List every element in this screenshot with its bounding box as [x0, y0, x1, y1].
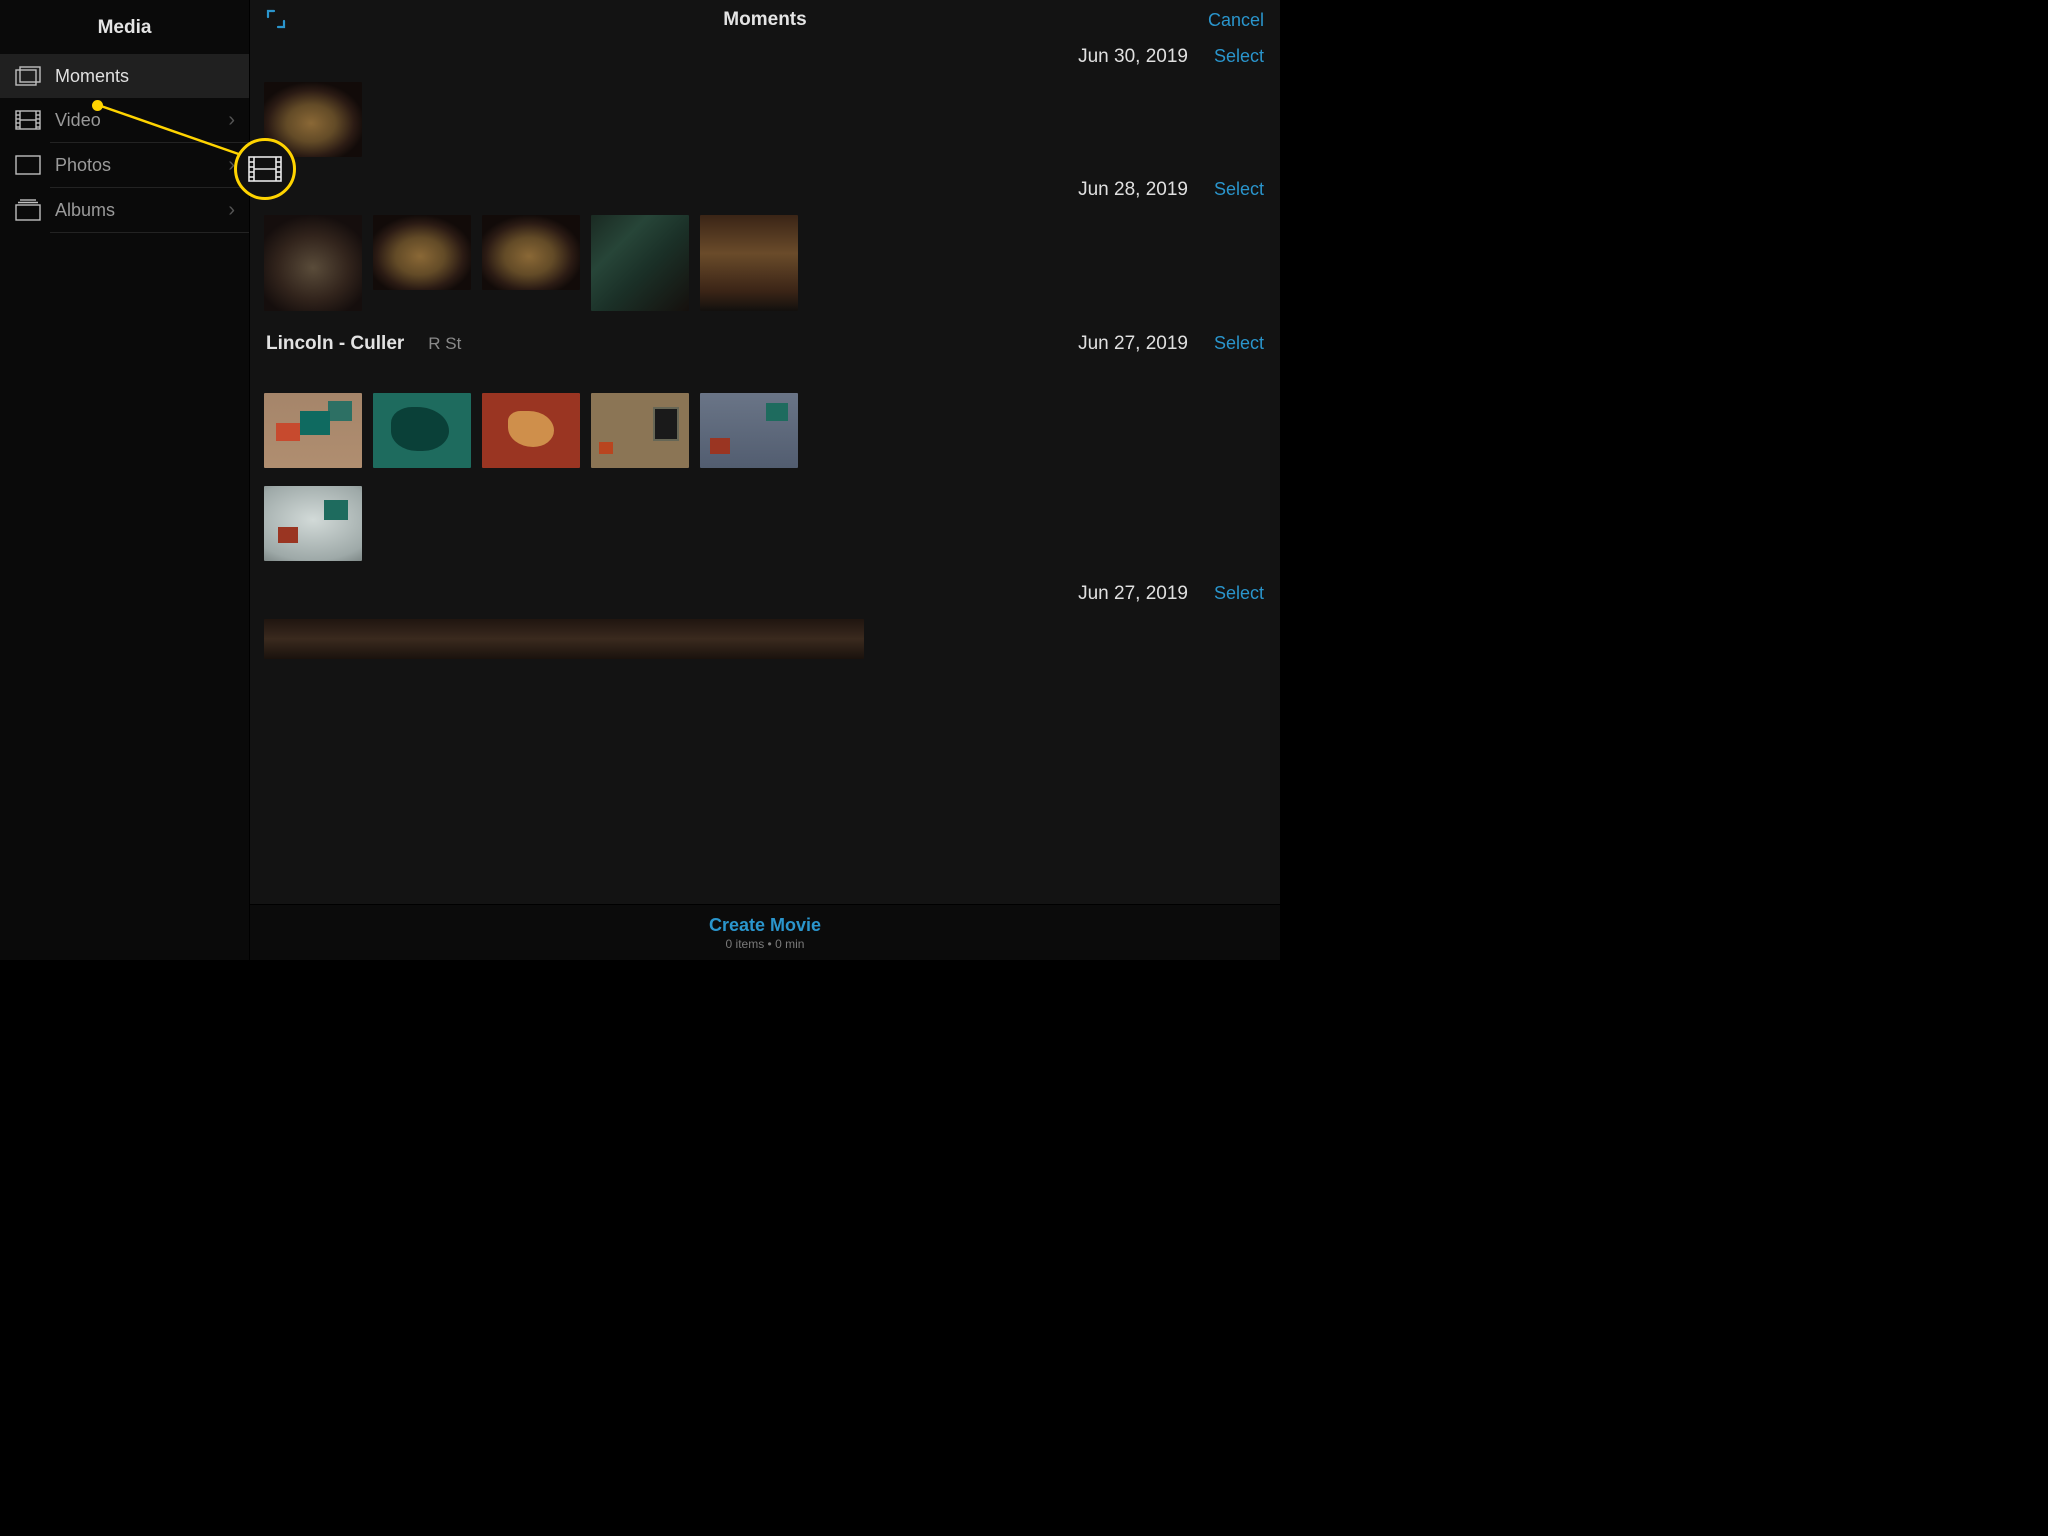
create-movie-button[interactable]: Create Movie — [709, 915, 821, 936]
section-sublocation: R St — [428, 334, 461, 354]
thumb-grid — [264, 480, 1266, 573]
footer-meta: 0 items • 0 min — [726, 937, 805, 951]
albums-icon — [14, 199, 42, 221]
page-title: Moments — [250, 9, 1280, 31]
section-header: Lincoln - Culler R St Jun 27, 2019 Selec… — [264, 329, 1266, 363]
moments-icon — [14, 65, 42, 87]
section-date: Jun 28, 2019 — [1078, 179, 1188, 201]
media-thumb[interactable] — [482, 393, 580, 468]
select-button[interactable]: Select — [1214, 333, 1264, 354]
divider — [50, 232, 249, 233]
cancel-button[interactable]: Cancel — [1208, 10, 1264, 31]
section-header: Jun 30, 2019 Select — [264, 42, 1266, 76]
moment-section: Lincoln - Culler R St Jun 27, 2019 Selec… — [264, 329, 1266, 573]
thumb-grid — [264, 613, 1266, 671]
sidebar-item-label: Albums — [55, 200, 228, 221]
chevron-right-icon: › — [228, 109, 235, 132]
expand-diagonal-icon[interactable] — [266, 9, 288, 31]
sidebar-item-photos[interactable]: Photos › — [0, 143, 249, 187]
chevron-right-icon: › — [228, 154, 235, 177]
sidebar-item-label: Photos — [55, 155, 228, 176]
media-thumb[interactable] — [264, 486, 362, 561]
media-thumb[interactable] — [591, 393, 689, 468]
section-date: Jun 27, 2019 — [1078, 333, 1188, 355]
section-header: Jun 28, 2019 Select — [264, 175, 1266, 209]
film-icon — [14, 109, 42, 131]
sidebar-nav: Moments Video › — [0, 54, 249, 233]
thumb-grid — [264, 387, 1266, 480]
media-thumb[interactable] — [700, 215, 798, 311]
select-button[interactable]: Select — [1214, 583, 1264, 604]
select-button[interactable]: Select — [1214, 46, 1264, 67]
sidebar-item-video[interactable]: Video › — [0, 98, 249, 142]
media-thumb[interactable] — [264, 619, 864, 659]
footer-bar: Create Movie 0 items • 0 min — [250, 904, 1280, 960]
moments-scroll[interactable]: Jun 30, 2019 Select Jun 28, 2019 Select — [250, 40, 1280, 960]
sidebar-item-moments[interactable]: Moments — [0, 54, 249, 98]
sidebar-item-albums[interactable]: Albums › — [0, 188, 249, 232]
sidebar: Media Moments — [0, 0, 249, 960]
chevron-right-icon: › — [228, 199, 235, 222]
thumb-grid — [264, 76, 1266, 169]
moment-section: Jun 27, 2019 Select — [264, 579, 1266, 671]
topbar: Moments Cancel — [250, 0, 1280, 40]
media-thumb[interactable] — [591, 215, 689, 311]
section-date: Jun 30, 2019 — [1078, 46, 1188, 68]
media-thumb[interactable] — [373, 215, 471, 290]
section-date: Jun 27, 2019 — [1078, 583, 1188, 605]
moment-section: Jun 28, 2019 Select — [264, 175, 1266, 323]
media-thumb[interactable] — [264, 393, 362, 468]
section-header: Jun 27, 2019 Select — [264, 579, 1266, 613]
media-thumb[interactable] — [482, 215, 580, 290]
media-thumb[interactable] — [264, 82, 362, 157]
moment-section: Jun 30, 2019 Select — [264, 42, 1266, 169]
app-root: Media Moments — [0, 0, 1280, 960]
select-button[interactable]: Select — [1214, 179, 1264, 200]
media-thumb[interactable] — [700, 393, 798, 468]
section-location: Lincoln - Culler — [266, 333, 404, 355]
thumb-grid — [264, 209, 1266, 323]
main-panel: Moments Cancel Jun 30, 2019 Select Jun 2… — [249, 0, 1280, 960]
sidebar-item-label: Video — [55, 110, 228, 131]
sidebar-item-label: Moments — [55, 66, 235, 87]
media-thumb[interactable] — [373, 393, 471, 468]
media-thumb[interactable] — [264, 215, 362, 311]
sidebar-title: Media — [0, 0, 249, 54]
photo-icon — [14, 154, 42, 176]
